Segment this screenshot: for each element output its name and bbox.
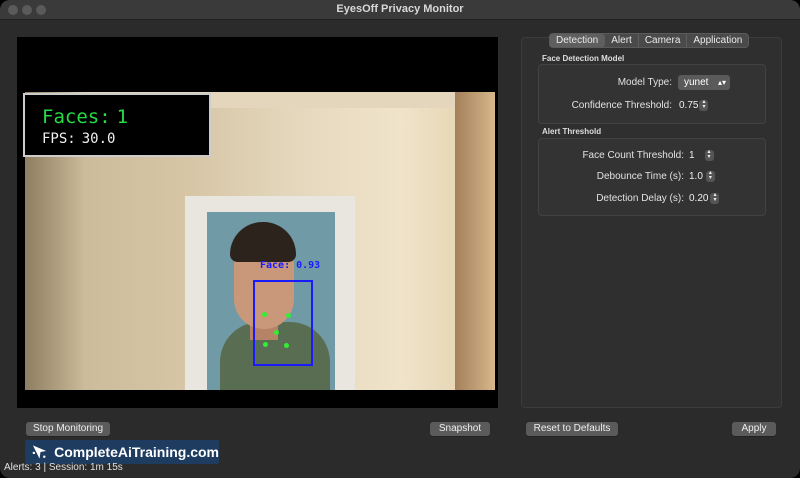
landmark-mouth-left — [284, 343, 289, 348]
camera-preview: Face: 0.93 Faces: 1 FPS: 30.0 — [17, 37, 498, 408]
landmark-mouth-right — [263, 342, 268, 347]
watermark-text: CompleteAiTraining.com — [54, 444, 219, 460]
confidence-threshold-spinbox[interactable]: 0.75 ▴ ▾ — [679, 98, 709, 113]
faces-count-readout: Faces: 1 — [42, 106, 129, 128]
face-count-threshold-spinbox[interactable]: 1 ▴ ▾ — [689, 148, 714, 163]
tab-alert[interactable]: Alert — [605, 34, 639, 47]
face-detection-label: Face: 0.93 — [260, 260, 321, 271]
stats-overlay: Faces: 1 FPS: 30.0 — [23, 93, 211, 157]
up-down-arrows-icon[interactable]: ▴ ▾ — [705, 170, 715, 182]
app-window: EyesOff Privacy Monitor Face: 0.93 Faces… — [0, 0, 800, 478]
landmark-right-eye — [262, 312, 267, 317]
title-bar: EyesOff Privacy Monitor — [0, 0, 800, 20]
detection-delay-value: 0.20 — [689, 193, 709, 204]
face-model-section-title: Face Detection Model — [542, 54, 625, 63]
landmark-nose — [274, 330, 279, 335]
face-count-threshold-label: Face Count Threshold: — [582, 150, 684, 161]
debounce-time-value: 1.0 — [689, 171, 703, 182]
brand-logo-icon — [32, 445, 47, 459]
debounce-time-spinbox[interactable]: 1.0 ▴ ▾ — [689, 169, 715, 184]
face-count-threshold-value: 1 — [689, 150, 695, 161]
reset-defaults-button[interactable]: Reset to Defaults — [526, 422, 618, 436]
window-title: EyesOff Privacy Monitor — [336, 3, 464, 15]
chevron-up-down-icon: ▴▾ — [717, 78, 726, 87]
fps-readout: FPS: 30.0 — [42, 131, 116, 147]
settings-tabs: Detection Alert Camera Application — [549, 33, 750, 48]
status-bar-text: Alerts: 3 | Session: 1m 15s — [4, 462, 123, 473]
debounce-time-label: Debounce Time (s): — [596, 171, 684, 182]
snapshot-button[interactable]: Snapshot — [430, 422, 490, 436]
alert-threshold-section-title: Alert Threshold — [542, 127, 602, 136]
door — [455, 92, 495, 390]
tab-detection[interactable]: Detection — [550, 34, 606, 47]
confidence-threshold-value: 0.75 — [679, 100, 699, 111]
up-down-arrows-icon[interactable]: ▴ ▾ — [704, 149, 714, 161]
model-type-value: yunet — [684, 77, 709, 88]
tab-application[interactable]: Application — [687, 34, 748, 47]
confidence-threshold-label: Confidence Threshold: — [571, 100, 672, 111]
landmark-left-eye — [286, 313, 291, 318]
tab-camera[interactable]: Camera — [639, 34, 688, 47]
face-model-group — [538, 64, 766, 124]
up-down-arrows-icon[interactable]: ▴ ▾ — [710, 192, 720, 204]
stop-monitoring-button[interactable]: Stop Monitoring — [26, 422, 110, 436]
detection-delay-spinbox[interactable]: 0.20 ▴ ▾ — [689, 191, 720, 206]
up-down-arrows-icon[interactable]: ▴ ▾ — [699, 99, 709, 111]
detection-delay-label: Detection Delay (s): — [596, 193, 684, 204]
apply-button[interactable]: Apply — [732, 422, 776, 436]
model-type-label: Model Type: — [617, 77, 672, 88]
face-detection-box — [253, 280, 313, 366]
watermark-banner: CompleteAiTraining.com — [25, 440, 219, 464]
model-type-select[interactable]: yunet ▴▾ — [678, 75, 730, 90]
